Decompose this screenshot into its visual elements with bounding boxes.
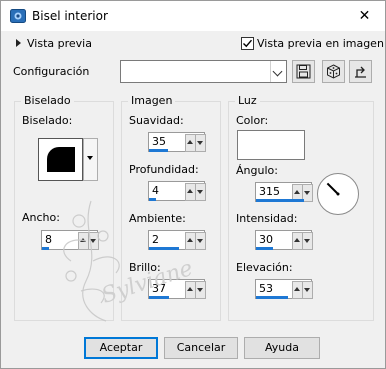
biselado-group-title: Biselado bbox=[21, 94, 74, 107]
chevron-down-icon[interactable] bbox=[270, 61, 286, 82]
angle-value: 315 bbox=[259, 185, 280, 198]
configuration-label: Configuración bbox=[13, 65, 90, 78]
chevron-right-icon[interactable] bbox=[16, 39, 21, 47]
save-preset-icon bbox=[296, 64, 311, 79]
angle-level-bar bbox=[256, 199, 304, 202]
elevation-label: Elevación: bbox=[236, 261, 293, 274]
elevation-level-bar bbox=[256, 296, 288, 299]
dialog-window: Bisel interior ✕ Vista previa Vista prev… bbox=[0, 0, 386, 369]
bevel-label: Biselado: bbox=[22, 114, 73, 127]
watermark-signature: Sylviane bbox=[31, 191, 231, 331]
elevation-down-button[interactable] bbox=[302, 281, 313, 299]
bevel-app-icon bbox=[10, 9, 26, 23]
smoothness-down-button[interactable] bbox=[195, 134, 206, 152]
watermark-text: Sylviane bbox=[99, 256, 196, 309]
bevel-shape-icon bbox=[47, 147, 75, 172]
configuration-dropdown[interactable] bbox=[120, 60, 287, 83]
smoothness-value: 35 bbox=[152, 135, 166, 148]
reset-button[interactable] bbox=[349, 60, 372, 83]
reset-icon bbox=[355, 66, 366, 78]
depth-label: Profundidad: bbox=[129, 163, 199, 176]
help-button[interactable]: Ayuda bbox=[244, 337, 320, 359]
floral-watermark-icon: Sylviane bbox=[63, 200, 196, 322]
randomize-dice-icon bbox=[327, 64, 340, 79]
preview-toggle-link[interactable]: Vista previa bbox=[27, 37, 92, 50]
luz-group-title: Luz bbox=[235, 94, 260, 107]
randomize-button[interactable] bbox=[322, 60, 345, 83]
title-bar: Bisel interior ✕ bbox=[1, 1, 385, 31]
close-button[interactable]: ✕ bbox=[344, 1, 385, 31]
preview-in-image-checkbox[interactable] bbox=[241, 37, 254, 50]
bevel-shape-preview[interactable] bbox=[38, 138, 83, 181]
light-color-label: Color: bbox=[236, 114, 269, 127]
checkmark-icon bbox=[243, 39, 253, 48]
save-preset-button[interactable] bbox=[292, 60, 315, 83]
cancel-button[interactable]: Cancelar bbox=[164, 337, 238, 359]
bevel-shape-dropdown[interactable] bbox=[83, 138, 98, 181]
light-color-swatch[interactable] bbox=[237, 130, 305, 160]
intensity-down-button[interactable] bbox=[302, 232, 313, 250]
elevation-value: 53 bbox=[259, 282, 273, 295]
angle-dial[interactable] bbox=[316, 172, 360, 216]
window-title: Bisel interior bbox=[32, 9, 108, 23]
imagen-group-title: Imagen bbox=[128, 94, 176, 107]
ok-button[interactable]: Aceptar bbox=[84, 337, 158, 359]
smoothness-level-bar bbox=[149, 149, 168, 152]
intensity-label: Intensidad: bbox=[236, 212, 298, 225]
angle-label: Ángulo: bbox=[236, 164, 278, 177]
preview-in-image-label[interactable]: Vista previa en imagen bbox=[257, 37, 384, 50]
intensity-value: 30 bbox=[259, 233, 273, 246]
intensity-level-bar bbox=[256, 247, 273, 250]
angle-dial-icon bbox=[317, 173, 359, 215]
smoothness-label: Suavidad: bbox=[129, 114, 184, 127]
